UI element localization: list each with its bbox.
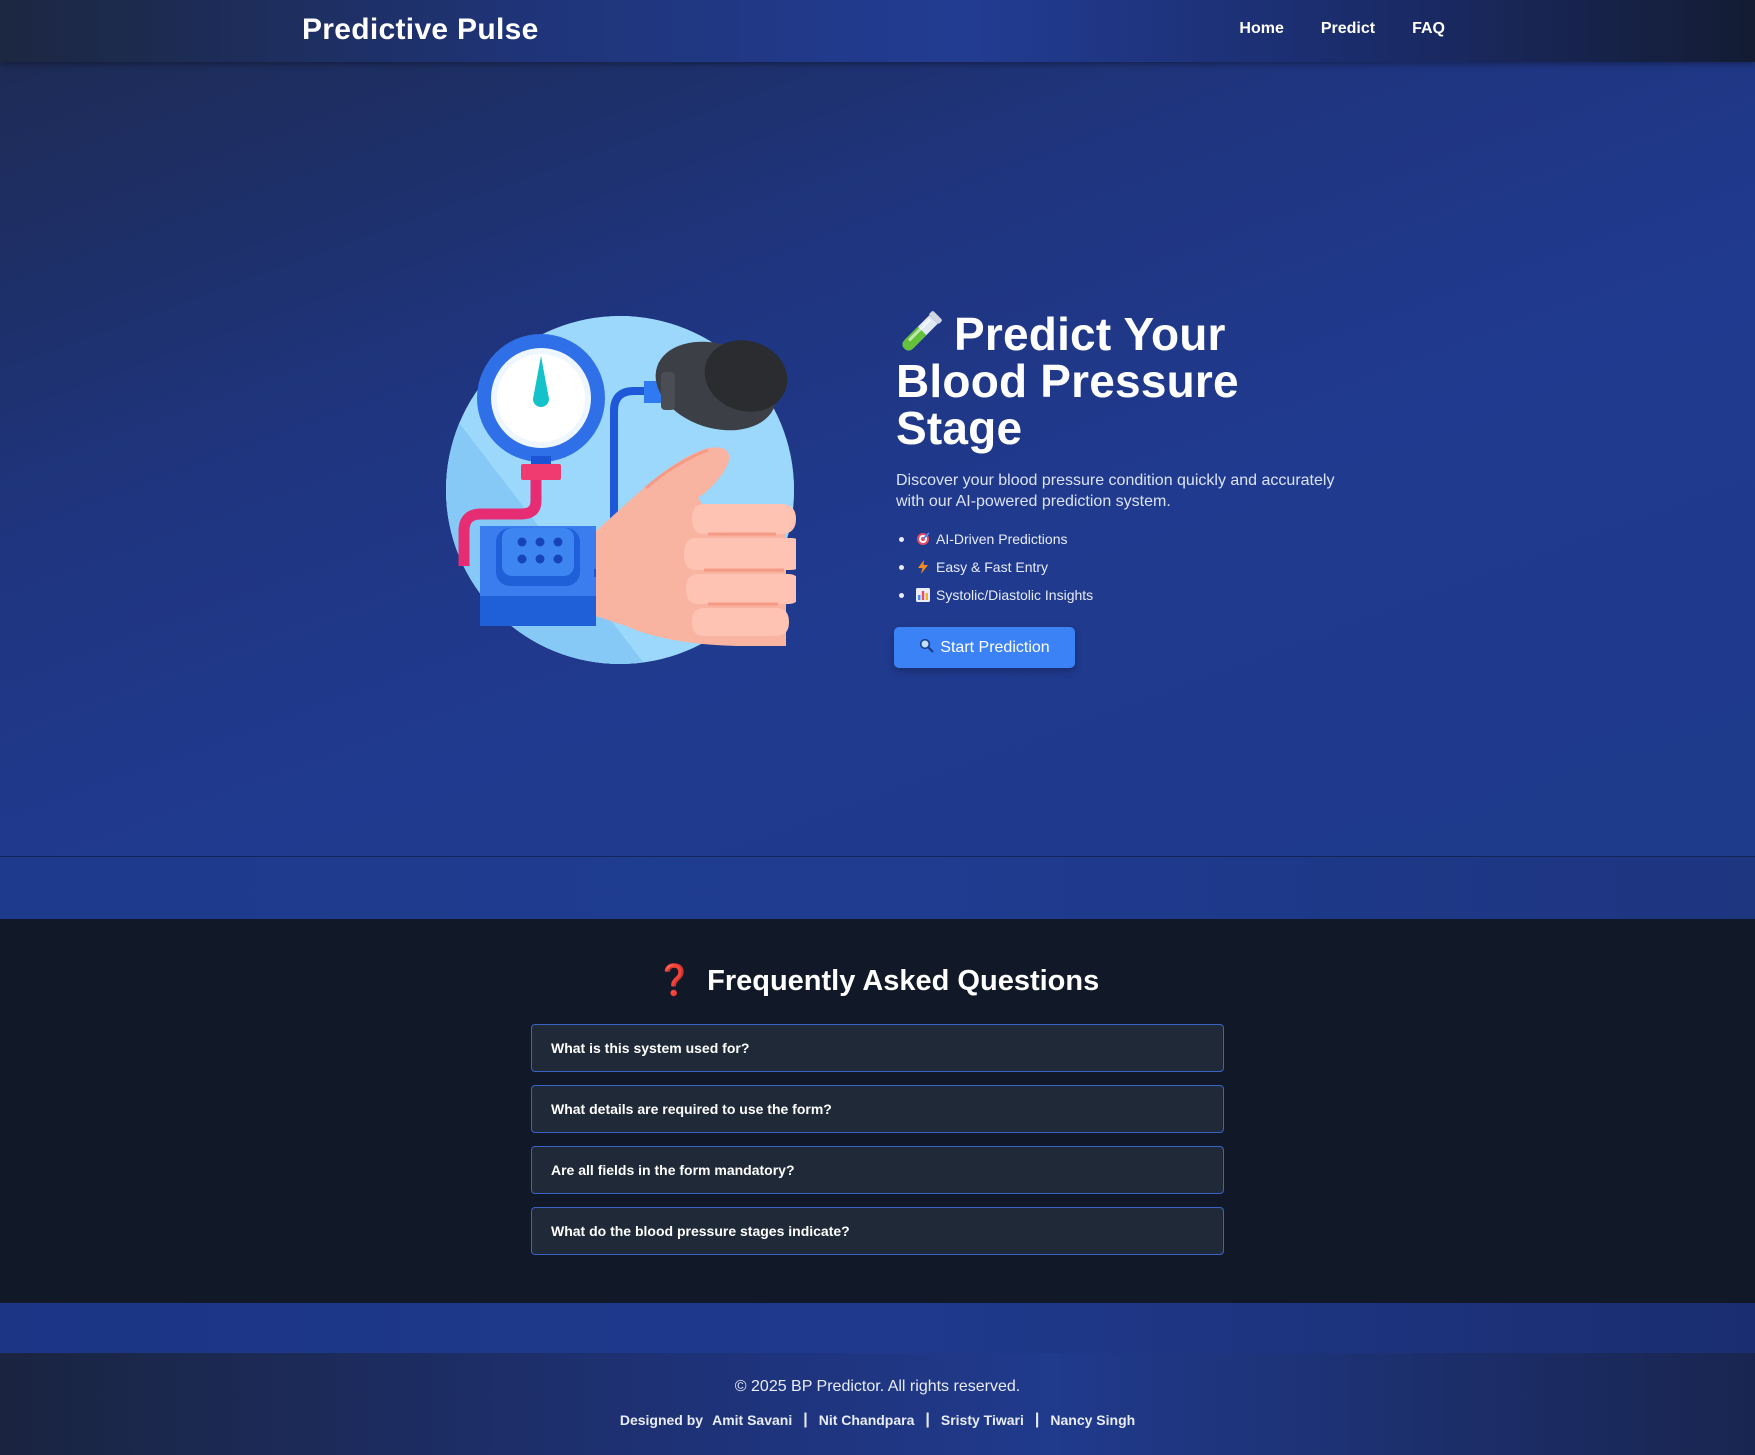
designer-name: Nit Chandpara xyxy=(818,1412,915,1428)
bar-chart-icon xyxy=(916,583,930,602)
test-tube-icon xyxy=(896,310,944,356)
separator: | xyxy=(925,1411,930,1428)
hero-title-text: Predict Your Blood Pressure Stage xyxy=(896,308,1239,454)
question-mark-icon: ❓ xyxy=(655,964,694,997)
copyright-text: © 2025 BP Predictor. All rights reserved… xyxy=(734,1378,1021,1395)
hero-text: Predict Your Blood Pressure Stage Discov… xyxy=(896,310,1366,609)
section-band xyxy=(0,857,1755,919)
feature-item: Systolic/Diastolic Insights xyxy=(896,581,1366,609)
start-prediction-label: Start Prediction xyxy=(940,638,1050,656)
designer-name: Amit Savani xyxy=(712,1412,793,1428)
designer-name: Nancy Singh xyxy=(1050,1412,1136,1428)
navbar: Predictive Pulse Home Predict FAQ xyxy=(0,0,1755,62)
nav-predict-link[interactable]: Predict xyxy=(1321,20,1375,38)
separator: | xyxy=(1034,1411,1040,1428)
magnifier-icon xyxy=(919,638,934,658)
faq-section: ❓ Frequently Asked Questions What is this… xyxy=(0,919,1755,1303)
feature-label: Systolic/Diastolic Insights xyxy=(936,587,1094,603)
hero-section xyxy=(0,62,1755,857)
footer: © 2025 BP Predictor. All rights reserved… xyxy=(0,1353,1755,1455)
brand-logo[interactable]: Predictive Pulse xyxy=(302,13,539,47)
hero-title: Predict Your Blood Pressure Stage xyxy=(896,310,1366,452)
faq-question[interactable]: Are all fields in the form mandatory? xyxy=(531,1146,1224,1194)
faq-title-text: Frequently Asked Questions xyxy=(707,965,1100,997)
target-icon xyxy=(916,527,930,545)
section-band xyxy=(0,1303,1755,1353)
designer-name: Sristy Tiwari xyxy=(940,1412,1024,1428)
feature-label: AI-Driven Predictions xyxy=(936,531,1068,547)
hero-description: Discover your blood pressure condition q… xyxy=(896,472,1335,510)
feature-item: Easy & Fast Entry xyxy=(896,553,1366,581)
designed-by-label: Designed by xyxy=(619,1412,704,1428)
feature-item: AI-Driven Predictions xyxy=(896,525,1366,553)
start-prediction-button[interactable]: Start Prediction xyxy=(894,627,1075,668)
separator: | xyxy=(803,1411,808,1428)
nav-links: Home Predict FAQ xyxy=(1239,20,1445,38)
faq-question[interactable]: What details are required to use the for… xyxy=(531,1085,1224,1133)
nav-faq-link[interactable]: FAQ xyxy=(1412,20,1445,38)
faq-title: ❓ Frequently Asked Questions xyxy=(0,963,1755,998)
feature-label: Easy & Fast Entry xyxy=(936,559,1049,575)
nav-home-link[interactable]: Home xyxy=(1239,20,1283,38)
blood-pressure-monitor-illustration xyxy=(446,316,804,666)
faq-list: What is this system used for? What detai… xyxy=(531,1024,1224,1268)
faq-question[interactable]: What do the blood pressure stages indica… xyxy=(531,1207,1224,1255)
designer-credits: Designed by Amit Savani | Nit Chandpara … xyxy=(0,1411,1755,1429)
faq-question[interactable]: What is this system used for? xyxy=(531,1024,1224,1072)
lightning-icon xyxy=(916,555,930,574)
feature-list: AI-Driven Predictions Easy & Fast Entry … xyxy=(896,525,1366,609)
